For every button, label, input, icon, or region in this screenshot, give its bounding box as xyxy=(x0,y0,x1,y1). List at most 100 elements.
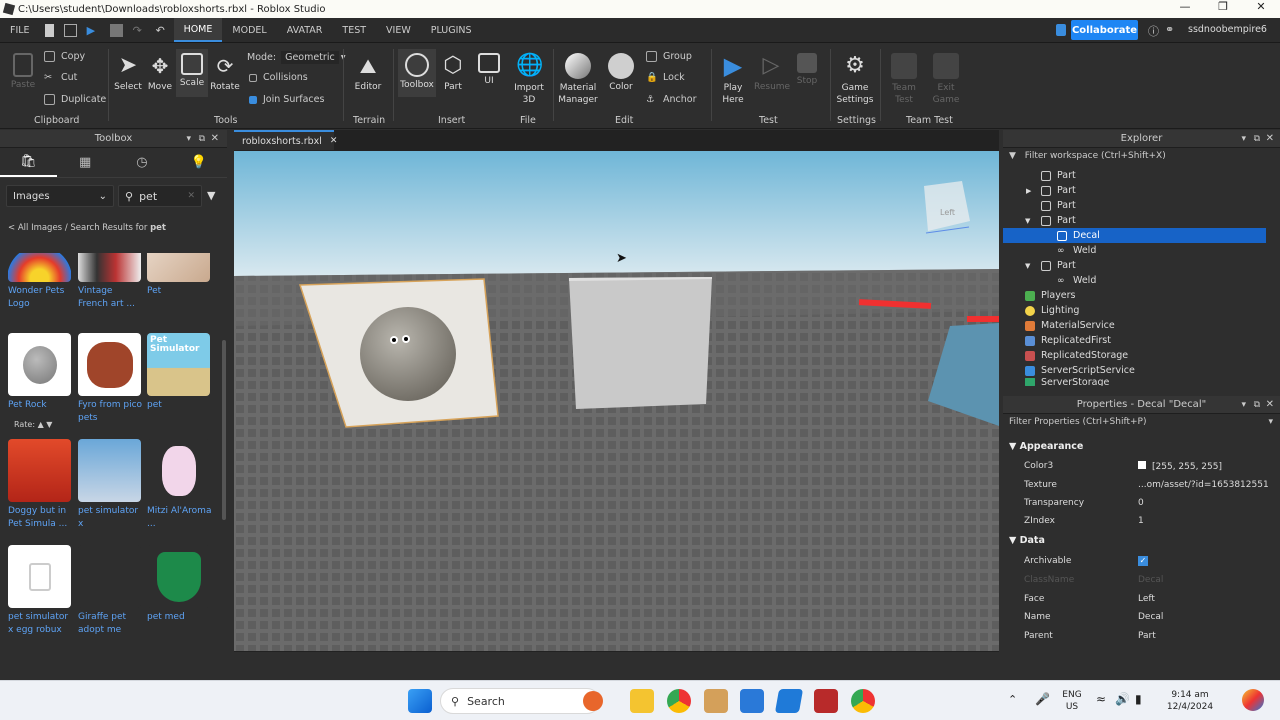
username[interactable]: ssdnoobempire6 xyxy=(1188,24,1267,35)
vscode-icon[interactable] xyxy=(774,689,804,713)
list-item[interactable]: Fyro from pico pets xyxy=(78,333,144,425)
list-item[interactable]: Pet Simulator pet xyxy=(147,333,213,412)
collapse-arrow-icon[interactable]: ▼ xyxy=(1025,262,1030,270)
resume-button[interactable]: ▷ Resume xyxy=(754,53,790,92)
tree-node[interactable]: ReplicatedStorage xyxy=(1003,348,1280,363)
properties-filter[interactable]: Filter Properties (Ctrl+Shift+P) ▾ xyxy=(1009,417,1277,431)
taskbar-search[interactable]: ⚲ Search xyxy=(440,688,600,714)
collaborate-button[interactable]: Collaborate xyxy=(1071,20,1138,40)
list-item[interactable]: Giraffe pet adopt me xyxy=(78,545,144,637)
new-file-icon[interactable] xyxy=(44,23,54,37)
dock-icon[interactable]: ⧉ xyxy=(1254,400,1260,410)
property-value[interactable]: Part xyxy=(1138,631,1268,641)
mode-selector[interactable]: Mode: Geometric ▾ xyxy=(247,51,346,64)
tree-node[interactable]: ServerStorage xyxy=(1003,378,1280,386)
play-here-button[interactable]: ▶ Play Here xyxy=(716,53,750,106)
tree-node-selected[interactable]: Decal xyxy=(1003,228,1266,243)
explorer-filter[interactable]: ▼ Filter workspace (Ctrl+Shift+X) xyxy=(1009,151,1274,166)
search-highlight-icon[interactable] xyxy=(583,691,603,711)
list-item[interactable]: Pet Rock xyxy=(8,333,74,412)
close-icon[interactable]: ✕ xyxy=(330,136,338,146)
toolbox-button[interactable]: Toolbox xyxy=(398,49,436,97)
tree-node[interactable]: ∞ Weld xyxy=(1003,243,1280,258)
copy-button[interactable]: Copy xyxy=(44,51,85,62)
team-test-button[interactable]: Team Test xyxy=(886,53,922,106)
toolbox-search[interactable]: ⚲ ✕ xyxy=(118,185,202,207)
property-value[interactable]: 1 xyxy=(1138,516,1268,526)
view-cube-label[interactable]: Left xyxy=(940,208,955,217)
anchor-button[interactable]: ⚓ Anchor xyxy=(646,94,696,105)
exit-game-button[interactable]: Exit Game xyxy=(928,53,964,106)
join-surfaces-checkbox[interactable] xyxy=(249,95,257,104)
list-item[interactable]: Mitzi Al'Aroma ... xyxy=(147,439,213,531)
mode-value[interactable]: Geometric xyxy=(281,51,339,64)
share-link-icon[interactable]: ⚭ xyxy=(1165,23,1174,36)
cut-button[interactable]: ✂ Cut xyxy=(44,72,77,83)
property-row[interactable]: Texture ...om/asset/?id=16538125510 xyxy=(1003,477,1280,495)
collapse-arrow-icon[interactable]: ▼ xyxy=(1025,217,1030,225)
tab-avatar[interactable]: AVATAR xyxy=(277,18,333,42)
checkbox-checked[interactable]: ✓ xyxy=(1138,556,1148,566)
terrain-editor-button[interactable]: ⛰ Editor xyxy=(352,53,384,92)
collapse-arrow-icon[interactable]: ▼ xyxy=(1009,441,1016,452)
windows-start-icon[interactable] xyxy=(408,689,432,713)
tree-node[interactable]: ▶ Part xyxy=(1003,183,1280,198)
tree-node[interactable]: ∞ Weld xyxy=(1003,273,1280,288)
list-item[interactable]: Vintage French art ... xyxy=(78,253,144,311)
thumbs-up-icon[interactable]: ▲ xyxy=(38,420,44,429)
app-icon[interactable] xyxy=(814,689,838,713)
chevron-down-icon[interactable]: ▾ xyxy=(1241,400,1246,410)
help-icon[interactable]: ⓘ xyxy=(1148,23,1159,39)
tab-robloxshorts[interactable]: robloxshorts.rbxl ✕ xyxy=(234,130,337,150)
section-appearance[interactable]: ▼ Appearance xyxy=(1009,441,1083,452)
tree-node[interactable]: Players xyxy=(1003,288,1280,303)
list-item[interactable]: pet simulator x egg robux xyxy=(8,545,74,637)
collisions-toggle[interactable]: Collisions xyxy=(249,72,308,83)
tab-plugins[interactable]: PLUGINS xyxy=(421,18,482,42)
import-3d-button[interactable]: 🌐 Import 3D xyxy=(512,53,546,106)
list-item[interactable]: pet simulator x xyxy=(78,439,144,531)
stop-button[interactable]: Stop xyxy=(792,53,822,86)
dock-icon[interactable]: ⧉ xyxy=(1254,134,1260,144)
tab-recent[interactable]: ◷ xyxy=(114,148,171,177)
chevron-down-icon[interactable]: ▾ xyxy=(1241,134,1246,144)
close-icon[interactable]: ✕ xyxy=(1242,0,1280,13)
part-button[interactable]: ⬡ Part xyxy=(440,53,466,92)
game-settings-button[interactable]: ⚙ Game Settings xyxy=(836,53,874,106)
tab-test[interactable]: TEST xyxy=(332,18,376,42)
property-value[interactable]: Decal xyxy=(1138,612,1268,622)
tree-node[interactable]: ▼ Part xyxy=(1003,258,1280,273)
tab-marketplace[interactable]: 🛍 xyxy=(0,148,57,177)
property-row[interactable]: ZIndex 1 xyxy=(1003,513,1280,531)
scrollbar[interactable] xyxy=(222,340,226,520)
ui-button[interactable]: UI xyxy=(476,53,502,86)
property-row[interactable]: Parent Part xyxy=(1003,628,1280,646)
expand-arrow-icon[interactable]: ▶ xyxy=(1026,187,1031,195)
property-value[interactable]: ✓ xyxy=(1138,556,1268,566)
chrome-icon[interactable] xyxy=(667,689,691,713)
duplicate-button[interactable]: Duplicate xyxy=(44,94,106,105)
3d-scene[interactable]: Left ➤ xyxy=(234,151,999,651)
scale-button[interactable]: Scale xyxy=(176,49,208,97)
select-button[interactable]: ➤ Select xyxy=(114,53,142,92)
property-value[interactable]: ...om/asset/?id=16538125510 xyxy=(1138,480,1268,490)
paste-button[interactable]: Paste xyxy=(8,53,38,90)
join-surfaces-toggle[interactable]: Join Surfaces xyxy=(249,94,324,105)
menu-file[interactable]: FILE xyxy=(0,18,40,42)
list-item[interactable]: Wonder Pets Logo xyxy=(8,253,74,311)
search-input[interactable] xyxy=(139,189,190,203)
tab-model[interactable]: MODEL xyxy=(222,18,276,42)
battery-icon[interactable]: ▮ xyxy=(1135,692,1142,706)
stop-quick-icon[interactable] xyxy=(109,23,123,37)
dock-icon[interactable]: ⧉ xyxy=(199,134,205,144)
thumbs-down-icon[interactable]: ▼ xyxy=(46,420,52,429)
clear-icon[interactable]: ✕ xyxy=(187,191,195,201)
maximize-icon[interactable]: ❐ xyxy=(1204,0,1242,13)
breadcrumb-prefix[interactable]: < All Images / Search Results for xyxy=(8,223,150,233)
collisions-checkbox[interactable] xyxy=(249,73,257,82)
list-item[interactable]: Pet xyxy=(147,253,213,298)
material-manager-button[interactable]: Material Manager xyxy=(558,53,598,106)
app-icon[interactable] xyxy=(704,689,728,713)
tree-node[interactable]: ▼ Part xyxy=(1003,213,1280,228)
share-icon[interactable] xyxy=(1056,24,1066,36)
